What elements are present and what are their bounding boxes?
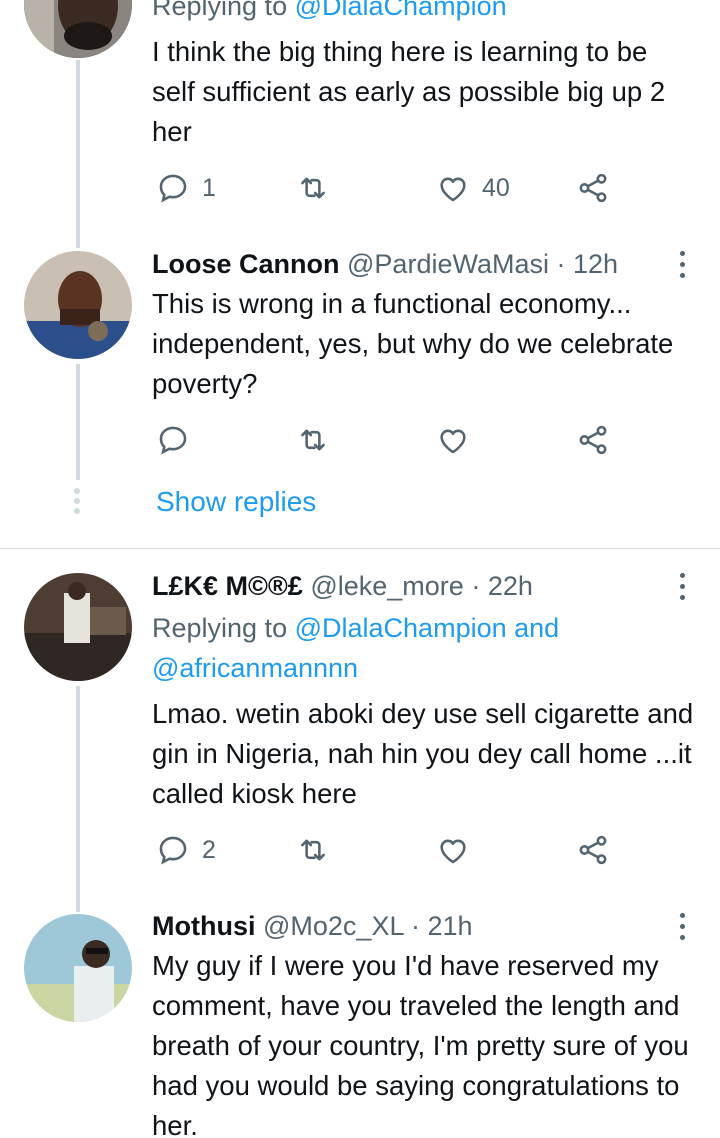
more-icon[interactable]	[678, 251, 686, 281]
like-button[interactable]	[436, 830, 470, 870]
tweet-header: L£K€ M©®£ @leke_more · 22h	[152, 566, 690, 606]
mention-link[interactable]: @africanmannnn	[152, 653, 358, 683]
mention-and[interactable]: and	[514, 613, 559, 643]
avatar[interactable]	[24, 914, 132, 1022]
replying-to: Replying to @DlalaChampion	[152, 0, 680, 26]
replying-prefix: Replying to	[152, 613, 288, 643]
retweet-button[interactable]	[296, 168, 330, 208]
tweet-header: Loose Cannon @PardieWaMasi · 12h	[152, 244, 690, 284]
divider	[0, 548, 720, 549]
like-count: 40	[482, 173, 510, 202]
tweet-text: Lmao. wetin aboki dey use sell cigarette…	[152, 698, 694, 809]
avatar[interactable]	[24, 573, 132, 681]
more-icon[interactable]	[678, 913, 686, 943]
replying-to: Replying to @DlalaChampion and @africanm…	[152, 608, 680, 688]
timestamp[interactable]: 22h	[488, 571, 533, 601]
handle[interactable]: @PardieWaMasi	[347, 249, 549, 279]
share-icon	[579, 835, 607, 865]
thread-line	[76, 60, 80, 248]
thread-line	[76, 364, 80, 480]
reply-icon	[159, 174, 187, 203]
like-icon	[440, 429, 466, 454]
timestamp[interactable]: 21h	[428, 911, 473, 941]
more-icon[interactable]	[678, 573, 686, 603]
replying-prefix: Replying to	[152, 0, 288, 21]
handle[interactable]: @Mo2c_XL	[263, 911, 403, 941]
reply-icon	[159, 836, 187, 865]
mention-link[interactable]: @DlalaChampion	[295, 0, 507, 21]
retweet-icon	[301, 177, 325, 199]
tweet-text: I think the big thing here is learning t…	[152, 36, 666, 147]
display-name[interactable]: Mothusi	[152, 911, 255, 941]
retweet-icon	[301, 429, 325, 451]
reply-count: 2	[202, 835, 216, 864]
handle[interactable]: @leke_more	[310, 571, 463, 601]
like-button[interactable]	[436, 420, 470, 460]
tweet-actions: 1 40	[152, 168, 632, 208]
mention-link[interactable]: @DlalaChampion	[295, 613, 507, 643]
tweet-header: Mothusi @Mo2c_XL · 21h	[152, 906, 690, 946]
like-icon	[440, 839, 466, 864]
separator-dot: ·	[471, 571, 481, 601]
tweet-text: My guy if I were you I'd have reserved m…	[152, 950, 689, 1138]
share-icon	[579, 425, 607, 455]
tweet-text: This is wrong in a functional economy...…	[152, 288, 674, 399]
reply-button[interactable]: 2	[156, 830, 216, 870]
retweet-button[interactable]	[296, 830, 330, 870]
avatar[interactable]	[24, 251, 132, 359]
share-button[interactable]	[576, 420, 610, 460]
avatar[interactable]	[24, 0, 132, 58]
separator-dot: ·	[411, 911, 420, 941]
show-replies-link[interactable]: Show replies	[156, 480, 316, 524]
reply-button[interactable]	[156, 420, 190, 460]
share-button[interactable]	[576, 830, 610, 870]
thread-continuation-dots	[74, 488, 82, 518]
tweet-actions	[152, 420, 632, 460]
retweet-icon	[301, 839, 325, 861]
reply-icon	[159, 426, 187, 455]
separator-dot: ·	[556, 249, 566, 279]
reply-button[interactable]: 1	[156, 168, 216, 208]
share-icon	[579, 173, 607, 203]
reply-count: 1	[202, 173, 216, 202]
retweet-button[interactable]	[296, 420, 330, 460]
display-name[interactable]: L£K€ M©®£	[152, 571, 303, 601]
tweet-actions: 2	[152, 830, 632, 870]
display-name[interactable]: Loose Cannon	[152, 249, 340, 279]
timestamp[interactable]: 12h	[573, 249, 618, 279]
share-button[interactable]	[576, 168, 610, 208]
like-button[interactable]: 40	[436, 168, 510, 208]
like-icon	[440, 177, 466, 202]
thread-line	[76, 686, 80, 912]
